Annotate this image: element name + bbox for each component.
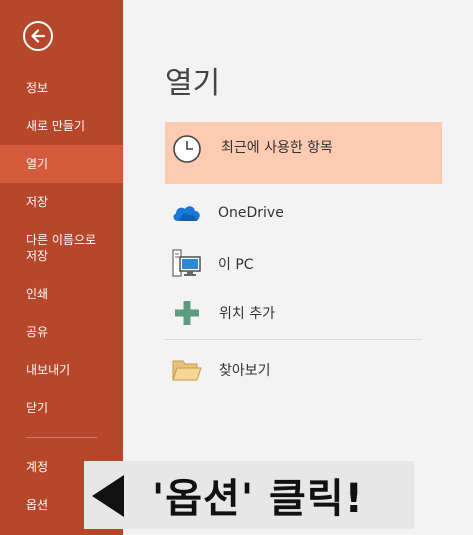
- back-arrow-icon: [31, 29, 46, 43]
- sidebar-item-share[interactable]: 공유: [0, 324, 123, 340]
- sidebar-item-info[interactable]: 정보: [0, 80, 123, 96]
- callout-arrow-icon: [92, 475, 124, 517]
- sidebar-item-export[interactable]: 내보내기: [0, 362, 123, 378]
- callout-text: '옵션' 클릭!: [152, 476, 364, 522]
- this-pc-icon: [172, 249, 201, 277]
- sidebar-item-print[interactable]: 인쇄: [0, 286, 123, 302]
- sidebar-item-close[interactable]: 닫기: [0, 400, 123, 416]
- location-add-place-label: 위치 추가: [219, 306, 275, 322]
- plus-icon: [175, 301, 199, 325]
- location-recent[interactable]: 최근에 사용한 항목: [165, 122, 442, 184]
- location-onedrive[interactable]: OneDrive: [165, 196, 442, 230]
- folder-icon: [172, 360, 202, 381]
- onedrive-cloud-icon: [173, 206, 200, 221]
- location-browse-label: 찾아보기: [219, 363, 271, 379]
- location-onedrive-label: OneDrive: [218, 205, 284, 221]
- clock-icon: [173, 135, 201, 163]
- sidebar-item-new[interactable]: 새로 만들기: [0, 118, 123, 134]
- location-this-pc[interactable]: 이 PC: [165, 244, 442, 282]
- location-this-pc-label: 이 PC: [218, 257, 254, 273]
- page-title: 열기: [165, 66, 221, 101]
- location-add-place[interactable]: 위치 추가: [165, 294, 442, 330]
- sidebar-item-save-as[interactable]: 다른 이름으로 저장: [0, 232, 123, 264]
- backstage-sidebar: 정보 새로 만들기 열기 저장 다른 이름으로 저장 인쇄 공유 내보내기 닫기…: [0, 0, 123, 535]
- sidebar-item-save[interactable]: 저장: [0, 194, 123, 210]
- location-browse[interactable]: 찾아보기: [165, 352, 442, 388]
- sidebar-divider: [26, 437, 97, 438]
- back-button[interactable]: [23, 21, 53, 51]
- sidebar-item-open[interactable]: 열기: [0, 145, 123, 183]
- location-divider: [165, 339, 422, 340]
- location-recent-label: 최근에 사용한 항목: [221, 140, 333, 156]
